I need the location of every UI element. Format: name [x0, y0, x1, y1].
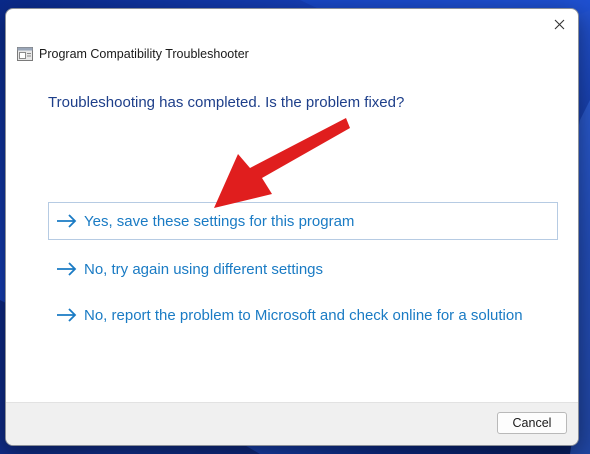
window-title: Program Compatibility Troubleshooter	[39, 47, 249, 61]
close-icon	[554, 19, 564, 29]
option-label: Yes, save these settings for this progra…	[84, 212, 355, 230]
arrow-right-icon	[57, 214, 77, 228]
arrow-right-icon	[57, 308, 77, 322]
cancel-button[interactable]: Cancel	[497, 412, 567, 434]
troubleshooter-app-icon	[17, 47, 33, 61]
title-bar: Program Compatibility Troubleshooter	[17, 45, 249, 63]
close-button[interactable]	[546, 13, 572, 35]
arrow-right-icon	[57, 262, 77, 276]
option-label: No, try again using different settings	[84, 260, 324, 278]
troubleshooter-dialog: Program Compatibility Troubleshooter Tro…	[5, 8, 579, 446]
dialog-footer: Cancel	[6, 402, 578, 445]
option-no-report-problem[interactable]: No, report the problem to Microsoft and …	[48, 296, 558, 334]
option-no-try-again[interactable]: No, try again using different settings	[48, 250, 558, 288]
completion-question: Troubleshooting has completed. Is the pr…	[48, 94, 405, 111]
option-yes-save-settings[interactable]: Yes, save these settings for this progra…	[48, 202, 558, 240]
option-label: No, report the problem to Microsoft and …	[84, 306, 523, 324]
